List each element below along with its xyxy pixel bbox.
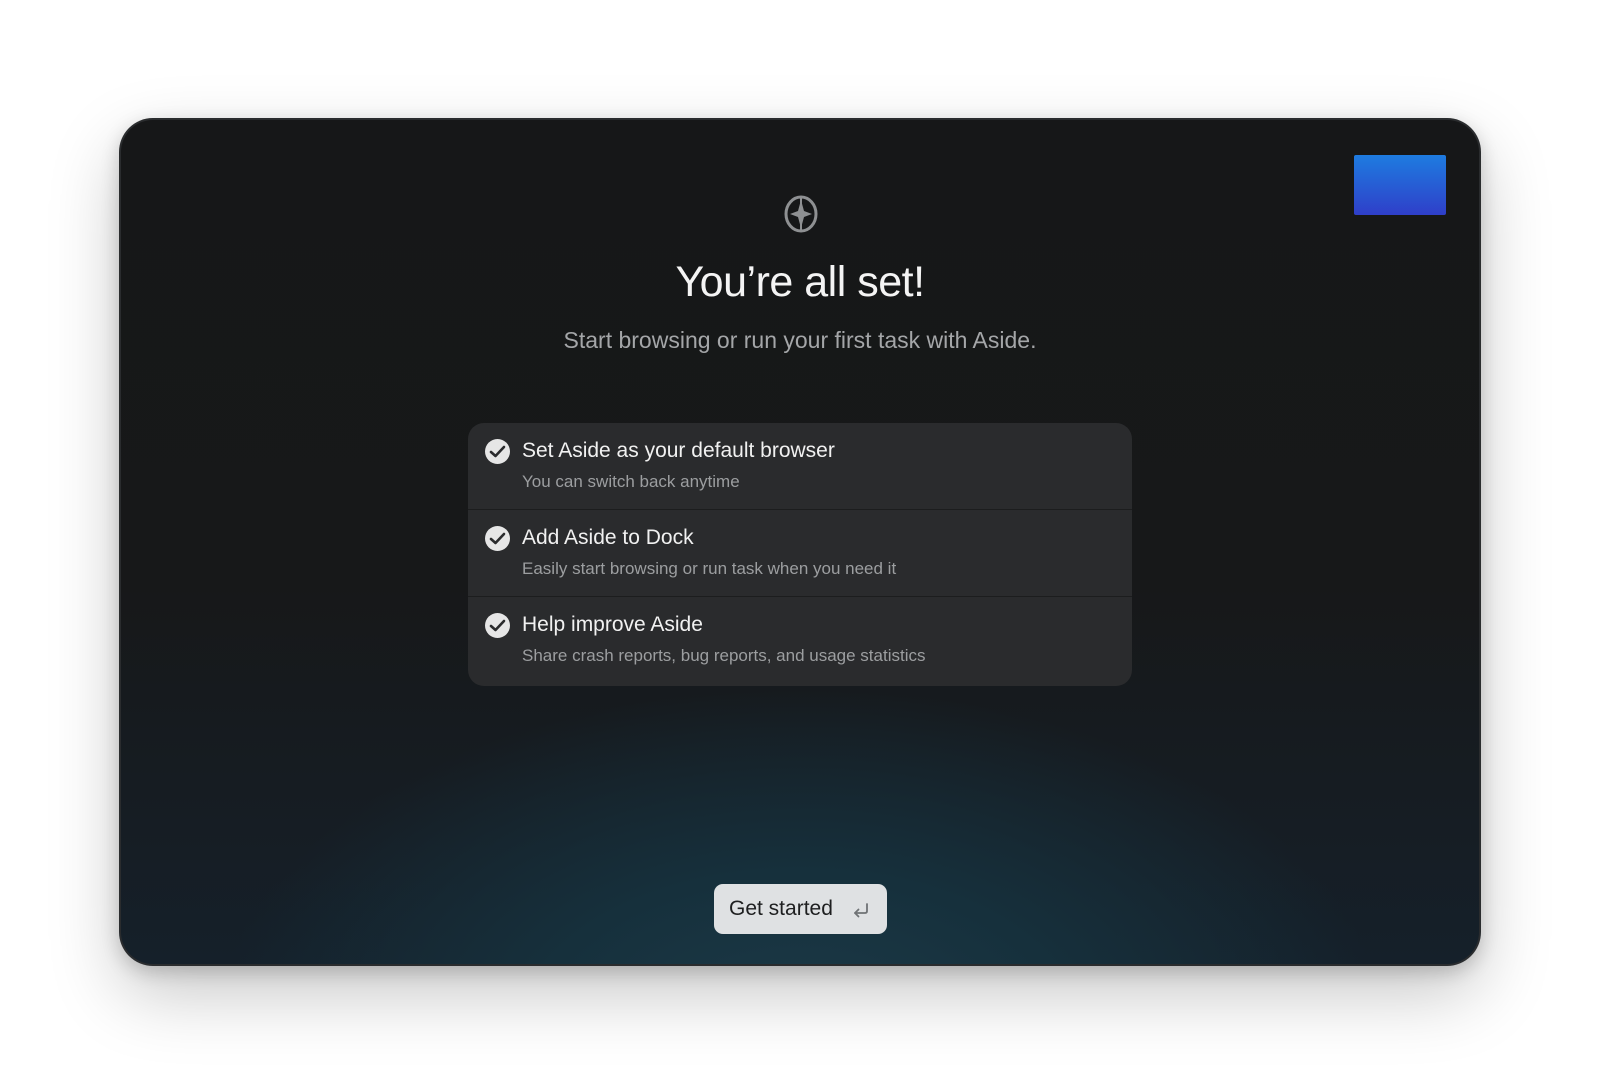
checkmark-icon [489, 445, 506, 458]
options-card: Set Aside as your default browser You ca… [468, 423, 1132, 686]
page-subtitle: Start browsing or run your first task wi… [563, 327, 1037, 353]
onboarding-window: You’re all set! Start browsing or run yo… [119, 118, 1481, 966]
get-started-button[interactable]: Get started [714, 884, 887, 934]
page-title: You’re all set! [675, 258, 925, 306]
checkmark-icon [489, 532, 506, 545]
screenshot-stage: You’re all set! Start browsing or run yo… [0, 0, 1600, 1086]
checkbox[interactable] [485, 613, 510, 638]
option-title: Help improve Aside [522, 613, 703, 636]
aside-logo-icon [784, 195, 818, 233]
option-description: Share crash reports, bug reports, and us… [522, 646, 926, 665]
option-add-to-dock[interactable]: Add Aside to Dock Easily start browsing … [468, 510, 1132, 597]
checkbox[interactable] [485, 526, 510, 551]
checkbox[interactable] [485, 439, 510, 464]
option-description: Easily start browsing or run task when y… [522, 559, 897, 578]
option-help-improve[interactable]: Help improve Aside Share crash reports, … [468, 597, 1132, 686]
option-title: Add Aside to Dock [522, 526, 694, 549]
checkmark-icon [489, 619, 506, 632]
option-title: Set Aside as your default browser [522, 439, 835, 462]
color-swatch [1354, 155, 1446, 215]
enter-key-icon [854, 903, 868, 918]
option-default-browser[interactable]: Set Aside as your default browser You ca… [468, 423, 1132, 510]
option-description: You can switch back anytime [522, 472, 740, 491]
get-started-label: Get started [729, 897, 833, 920]
